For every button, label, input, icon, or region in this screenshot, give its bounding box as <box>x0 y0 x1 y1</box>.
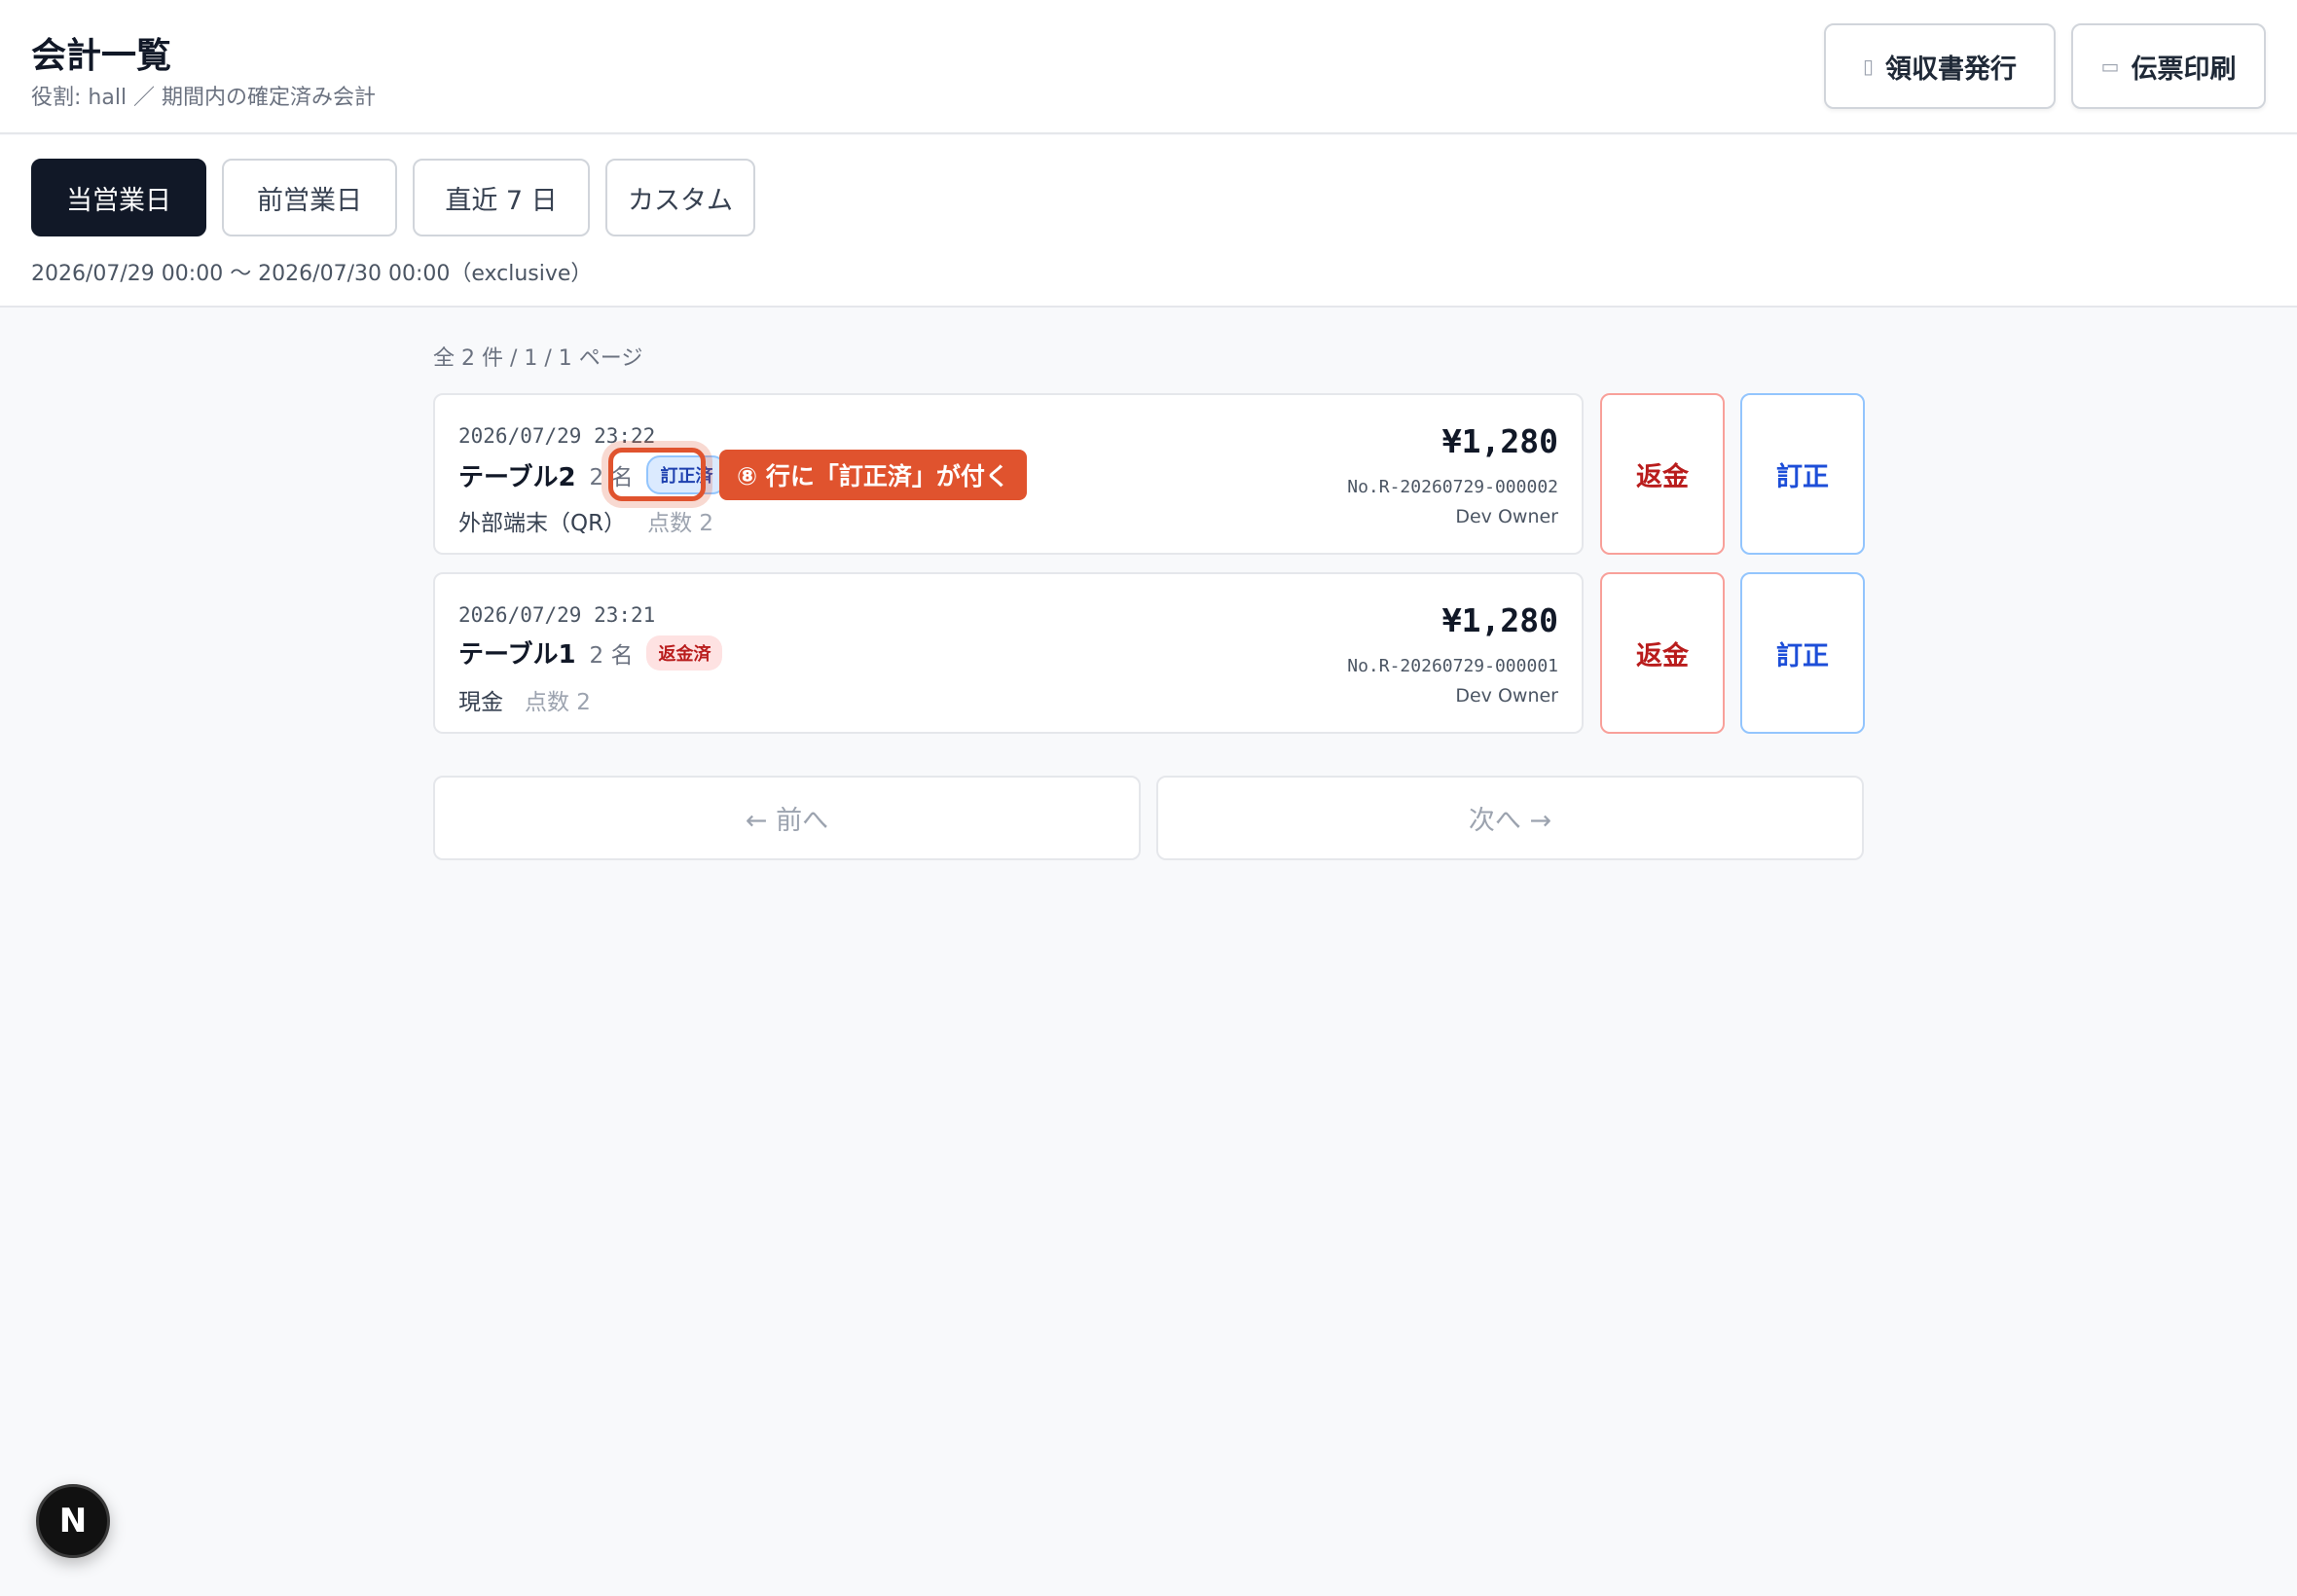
page-subtitle: 役割: hall ／ 期間内の確定済み会計 <box>31 86 377 110</box>
page-header: 会計一覧 役割: hall ／ 期間内の確定済み会計 ▯ 領収書発行 ▭ 伝票印… <box>0 0 2297 134</box>
printer-icon: ▭ <box>2100 54 2120 78</box>
date-range: 2026/07/29 00:00 〜 2026/07/30 00:00（excl… <box>31 262 593 286</box>
result-count: 全 2 件 / 1 / 1 ページ <box>433 346 643 371</box>
row-receipt-no: No.R-20260729-000002 <box>1347 477 1558 497</box>
row-owner: Dev Owner <box>1455 506 1558 527</box>
row-points: 点数 2 <box>647 511 714 536</box>
row-table-name: テーブル2 <box>458 462 576 492</box>
row-amount: ¥1,280 <box>1441 601 1558 639</box>
receipt-icon: ▯ <box>1862 54 1874 78</box>
issue-receipt-button[interactable]: ▯ 領収書発行 <box>1824 23 2056 109</box>
next-dev-tools-button[interactable]: N <box>36 1484 110 1558</box>
issue-receipt-label: 領収書発行 <box>1885 54 2017 85</box>
print-slip-button[interactable]: ▭ 伝票印刷 <box>2071 23 2266 109</box>
print-slip-label: 伝票印刷 <box>2131 54 2237 85</box>
tab-today[interactable]: 当営業日 <box>31 159 206 236</box>
list-item[interactable]: 2026/07/29 23:21 テーブル1 2 名 返金済 現金 点数 2 ¥… <box>433 572 1584 734</box>
prev-page-button[interactable]: ← 前へ <box>433 776 1141 860</box>
row-people: 2 名 <box>589 642 634 669</box>
filter-bar: 当営業日 前営業日 直近 7 日 カスタム 2026/07/29 00:00 〜… <box>0 135 2297 308</box>
tab-custom[interactable]: カスタム <box>605 159 755 236</box>
row-receipt-no: No.R-20260729-000001 <box>1347 656 1558 676</box>
row-payment-method: 現金 <box>458 690 503 715</box>
row-datetime: 2026/07/29 23:21 <box>458 603 656 627</box>
status-badge: 返金済 <box>646 635 723 671</box>
row-amount: ¥1,280 <box>1441 422 1558 460</box>
row-owner: Dev Owner <box>1455 685 1558 707</box>
row-datetime: 2026/07/29 23:22 <box>458 424 656 448</box>
refund-button[interactable]: 返金 <box>1600 572 1725 734</box>
tab-last-7-days[interactable]: 直近 7 日 <box>413 159 590 236</box>
row-table-name: テーブル1 <box>458 640 576 670</box>
page-title: 会計一覧 <box>31 36 172 76</box>
row-payment-method: 外部端末（QR） <box>458 511 627 536</box>
next-page-button[interactable]: 次へ → <box>1156 776 1864 860</box>
correct-button[interactable]: 訂正 <box>1740 572 1865 734</box>
correct-button[interactable]: 訂正 <box>1740 393 1865 555</box>
tab-previous-day[interactable]: 前営業日 <box>222 159 397 236</box>
annotation-callout: ⑧ 行に「訂正済」が付く <box>719 450 1027 500</box>
row-points: 点数 2 <box>525 690 591 715</box>
refund-button[interactable]: 返金 <box>1600 393 1725 555</box>
highlight-ring <box>608 448 706 501</box>
